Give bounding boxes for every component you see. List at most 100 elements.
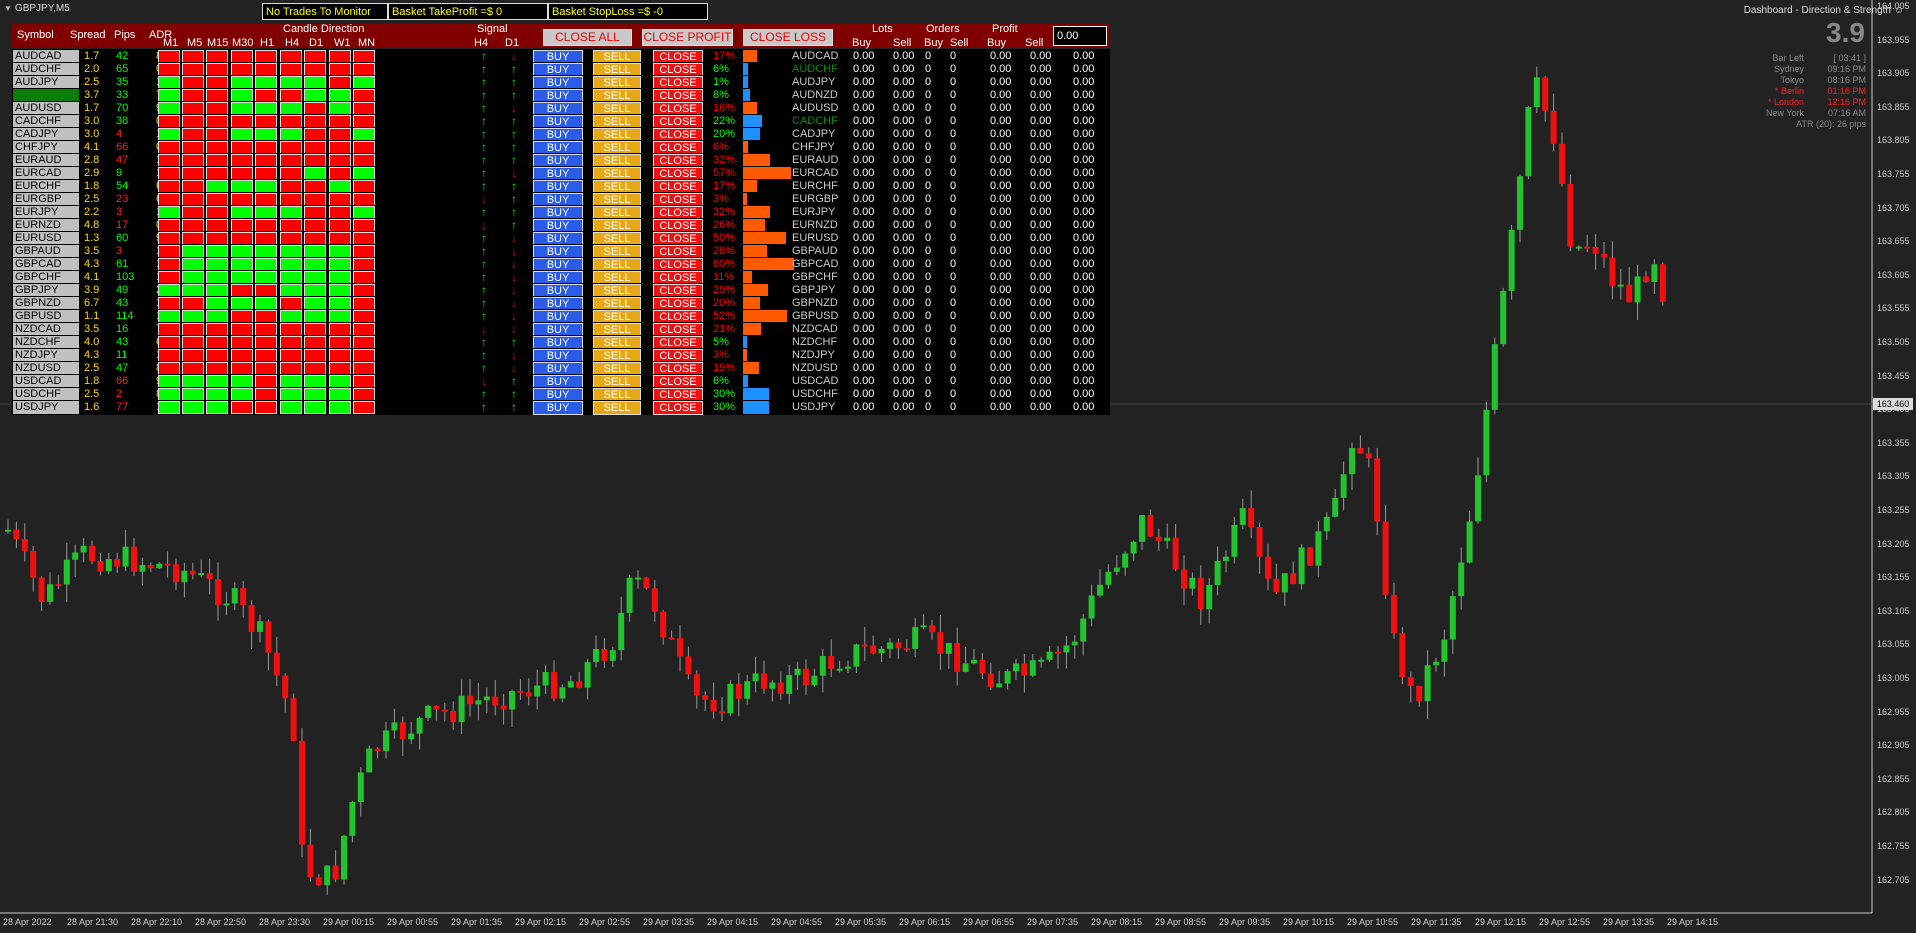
- candle-body: [1491, 344, 1498, 410]
- candle-body: [1592, 247, 1599, 254]
- candle-body: [47, 584, 53, 602]
- time-tick: 28 Apr 21:30: [67, 917, 119, 927]
- header-lots-buy: Buy: [852, 37, 871, 49]
- candle-body: [1433, 661, 1439, 666]
- candle-body: [1617, 284, 1624, 287]
- indicator-name: Dashboard - Direction & Strength: [1743, 5, 1891, 16]
- symbol-timeframe-label: GBPJPY,M5: [14, 3, 70, 14]
- basket-stoploss-box: Basket StopLoss =$ -0: [548, 3, 708, 20]
- profit-sell-value: 0.00: [1030, 401, 1052, 413]
- candle-body: [1248, 508, 1255, 527]
- candle-body: [1357, 447, 1364, 454]
- basket-takeprofit-box: Basket TakeProfit =$ 0: [388, 3, 548, 20]
- candle-body: [13, 529, 20, 540]
- time-tick: 29 Apr 14:15: [1667, 917, 1719, 927]
- candle-body: [1533, 77, 1540, 108]
- candle-body: [1542, 77, 1549, 111]
- candle-body: [1407, 677, 1414, 686]
- candle-body: [1382, 521, 1389, 595]
- pair-label: USDJPY: [792, 401, 836, 413]
- session-name: Tokyo: [1780, 75, 1804, 85]
- time-tick: 28 Apr 23:30: [259, 917, 311, 927]
- price-tick: 163.205: [1877, 538, 1910, 549]
- candle-body: [282, 675, 289, 699]
- candle-body: [1130, 541, 1137, 554]
- window-menu-icon[interactable]: ▼: [4, 4, 12, 13]
- price-tick: 163.255: [1877, 505, 1910, 515]
- candle-body: [945, 642, 952, 654]
- candle-body: [1567, 184, 1574, 247]
- session-time: 12:16 PM: [1827, 97, 1866, 107]
- price-tick: 163.855: [1877, 101, 1910, 112]
- candle-body: [1080, 618, 1087, 642]
- candle-body: [1046, 651, 1053, 660]
- candle-body: [206, 573, 213, 580]
- price-tick: 163.655: [1877, 236, 1910, 247]
- candle-body: [341, 835, 347, 880]
- price-tick: 162.705: [1877, 874, 1910, 885]
- candle-body: [307, 844, 314, 878]
- header-profit-buy: Buy: [987, 37, 1006, 49]
- time-tick: 29 Apr 02:55: [579, 917, 631, 927]
- candle-body: [1332, 497, 1339, 517]
- candle-body: [173, 564, 179, 583]
- header-signal: Signal: [477, 23, 508, 35]
- buy-button[interactable]: BUY: [533, 401, 583, 415]
- candle-body: [299, 740, 305, 845]
- close-profit-button[interactable]: CLOSE PROFIT: [642, 29, 733, 46]
- header-signal-h4: H4: [474, 37, 489, 49]
- candle-body: [374, 748, 381, 751]
- lots-buy-value: 0.00: [853, 401, 875, 413]
- candle-body: [1256, 526, 1263, 557]
- candle-body: [1550, 110, 1557, 144]
- candle-direction-m5: [182, 401, 204, 414]
- candle-body: [987, 673, 994, 688]
- candle-body: [601, 648, 608, 661]
- close-loss-button[interactable]: CLOSE LOSS: [743, 29, 833, 46]
- candle-body: [21, 539, 28, 551]
- candle-body: [1013, 663, 1019, 672]
- current-price-label: 163.460: [1873, 398, 1913, 410]
- candle-body: [1164, 537, 1171, 541]
- price-tick: 163.905: [1877, 68, 1910, 79]
- candle-body: [836, 668, 843, 671]
- candle-body: [1021, 663, 1028, 676]
- header-profit-sell: Sell: [1025, 37, 1044, 49]
- time-tick: 29 Apr 00:15: [323, 917, 375, 927]
- price-tick: 163.155: [1877, 572, 1910, 583]
- candle-body: [1609, 257, 1616, 287]
- candle-body: [265, 621, 272, 653]
- candle-body: [492, 696, 499, 706]
- lot-size-input[interactable]: 0.00: [1053, 26, 1107, 46]
- candle-body: [1315, 531, 1322, 566]
- candle-body: [1391, 594, 1397, 634]
- candle-body: [819, 656, 826, 676]
- session-time: 01:16 PM: [1827, 86, 1866, 96]
- candle-body: [719, 711, 725, 714]
- candle-body: [1113, 567, 1120, 572]
- close-button[interactable]: CLOSE: [653, 401, 703, 415]
- symbol-label[interactable]: USDJPY: [13, 401, 79, 414]
- session-name: New York: [1765, 108, 1804, 118]
- candle-body: [399, 722, 406, 740]
- strength-bar: [743, 401, 769, 414]
- header-tf-w1: W1: [334, 37, 351, 49]
- price-tick: 163.755: [1877, 169, 1910, 179]
- candle-body: [668, 637, 675, 640]
- candle-body: [727, 683, 734, 714]
- candle-body: [609, 650, 616, 661]
- candle-body: [744, 681, 751, 699]
- candle-body: [912, 626, 919, 649]
- close-all-button[interactable]: CLOSE ALL: [543, 29, 632, 46]
- spread-big-value: 3.9: [1826, 17, 1865, 48]
- price-tick: 164.005: [1877, 1, 1910, 11]
- session-name: Bar Left: [1772, 53, 1804, 63]
- candle-body: [139, 564, 146, 572]
- sell-button[interactable]: SELL: [593, 401, 641, 415]
- trade-monitor-box: No Trades To Monitor: [262, 3, 388, 20]
- candle-body: [1441, 639, 1448, 662]
- price-tick: 162.855: [1877, 773, 1910, 784]
- candle-body: [635, 577, 641, 580]
- candle-body: [1508, 229, 1515, 291]
- spread-value: 1.6: [84, 401, 100, 413]
